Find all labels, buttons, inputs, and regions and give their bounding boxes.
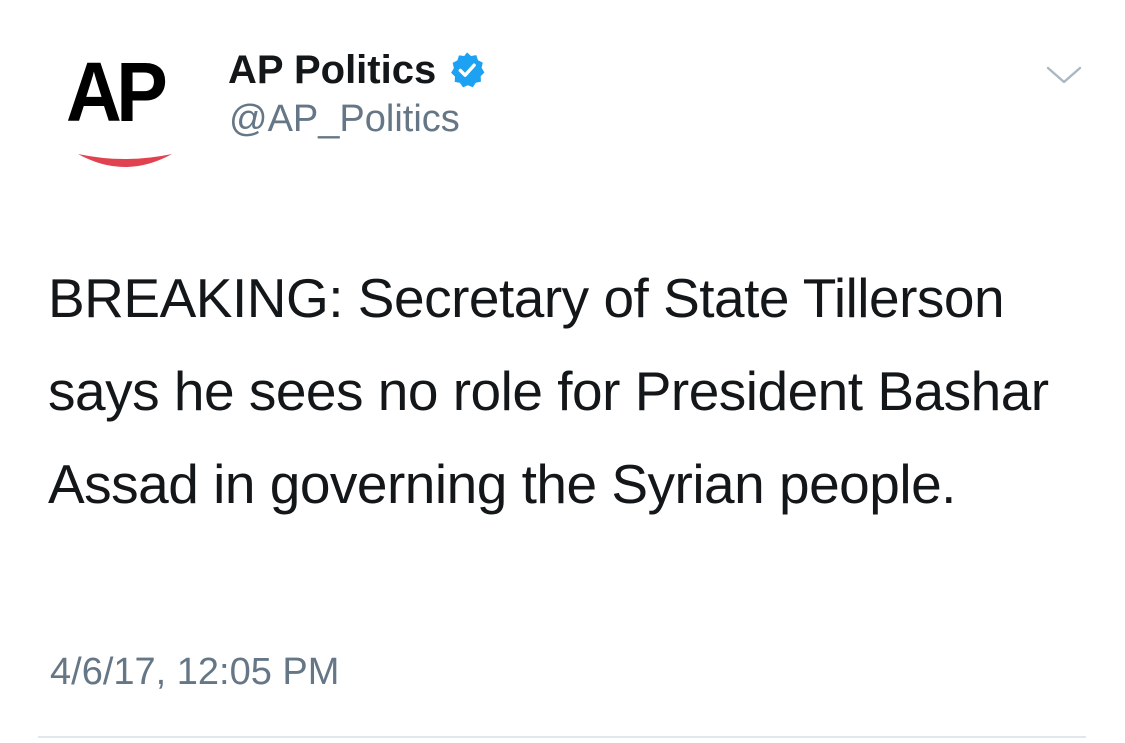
chevron-down-icon[interactable] <box>1044 60 1084 90</box>
author-name-row[interactable]: AP Politics <box>228 44 486 96</box>
ap-logo-arc <box>78 154 172 167</box>
avatar[interactable]: AP <box>58 50 186 178</box>
display-name[interactable]: AP Politics <box>228 50 436 90</box>
verified-badge-icon <box>451 52 485 88</box>
tweet-timestamp[interactable]: 4/6/17, 12:05 PM <box>50 653 339 691</box>
user-handle[interactable]: @AP_Politics <box>229 100 460 138</box>
ap-logo-text: AP <box>66 45 168 139</box>
tweet-text: BREAKING: Secretary of State Tillerson s… <box>48 267 1049 515</box>
tweet-card: AP AP Politics @AP_Politics BREAKING: Se… <box>0 0 1125 743</box>
divider <box>38 736 1086 738</box>
